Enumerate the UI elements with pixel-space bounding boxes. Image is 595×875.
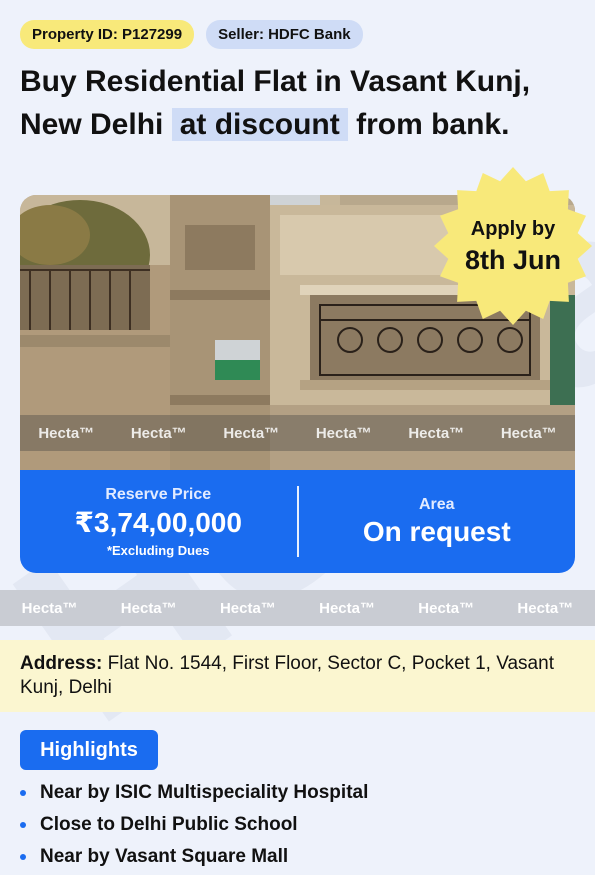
- reserve-price-note: *Excluding Dues: [106, 542, 210, 558]
- watermark-text: Hecta™: [120, 599, 177, 617]
- title-line1: Buy Residential Flat in Vasant Kunj,: [20, 65, 531, 98]
- watermark-text: Hecta™: [130, 424, 187, 442]
- bullet-icon: [20, 790, 26, 796]
- title-line2-suffix: from bank.: [356, 108, 510, 141]
- address-label: Address:: [20, 653, 103, 674]
- photo-watermark-strip: Hecta™ Hecta™ Hecta™ Hecta™ Hecta™ Hecta…: [20, 415, 575, 451]
- bullet-icon: [20, 822, 26, 828]
- watermark-text: Hecta™: [21, 599, 78, 617]
- highlights-button[interactable]: Highlights: [20, 730, 158, 770]
- watermark-text: Hecta™: [315, 424, 372, 442]
- highlights-list: Near by ISIC Multispeciality Hospital Cl…: [20, 777, 368, 873]
- watermark-text: Hecta™: [38, 424, 95, 442]
- apply-by-date: 8th Jun: [464, 245, 561, 275]
- title-highlight: at discount: [171, 108, 348, 141]
- watermark-band: Hecta™ Hecta™ Hecta™ Hecta™ Hecta™ Hecta…: [0, 590, 595, 626]
- area-label: Area: [418, 495, 455, 513]
- seller-tag: Seller: HDFC Bank: [206, 20, 363, 49]
- title-line2-prefix: New Delhi: [20, 108, 164, 141]
- reserve-price-label: Reserve Price: [105, 485, 212, 503]
- watermark-text: Hecta™: [517, 599, 574, 617]
- tag-row: Property ID: P127299 Seller: HDFC Bank: [20, 20, 363, 49]
- watermark-text: Hecta™: [418, 599, 475, 617]
- watermark-text: Hecta™: [408, 424, 465, 442]
- address-box: Address: Flat No. 1544, First Floor, Sec…: [0, 640, 595, 712]
- price-panel: Reserve Price ₹3,74,00,000 *Excluding Du…: [20, 470, 575, 573]
- apply-by-label: Apply by: [470, 218, 556, 240]
- watermark-text: Hecta™: [319, 599, 375, 617]
- highlight-text: Near by ISIC Multispeciality Hospital: [40, 782, 369, 803]
- highlight-text: Near by Vasant Square Mall: [40, 846, 289, 867]
- area-section: Area On request: [299, 470, 576, 573]
- list-item: Close to Delhi Public School: [20, 809, 368, 841]
- reserve-price-value: ₹3,74,00,000: [74, 506, 242, 538]
- area-value: On request: [362, 515, 511, 547]
- page-title: Buy Residential Flat in Vasant Kunj, New…: [20, 60, 580, 146]
- watermark-text: Hecta™: [500, 424, 557, 442]
- property-id-tag: Property ID: P127299: [20, 20, 195, 49]
- reserve-price-section: Reserve Price ₹3,74,00,000 *Excluding Du…: [20, 470, 297, 573]
- highlight-text: Close to Delhi Public School: [40, 814, 298, 835]
- list-item: Near by Vasant Square Mall: [20, 841, 368, 873]
- bullet-icon: [20, 854, 26, 860]
- list-item: Near by ISIC Multispeciality Hospital: [20, 777, 368, 809]
- panel-divider: [296, 486, 299, 557]
- watermark-text: Hecta™: [223, 424, 280, 442]
- watermark-text: Hecta™: [219, 599, 276, 617]
- apply-by-badge: Apply by 8th Jun: [433, 166, 593, 326]
